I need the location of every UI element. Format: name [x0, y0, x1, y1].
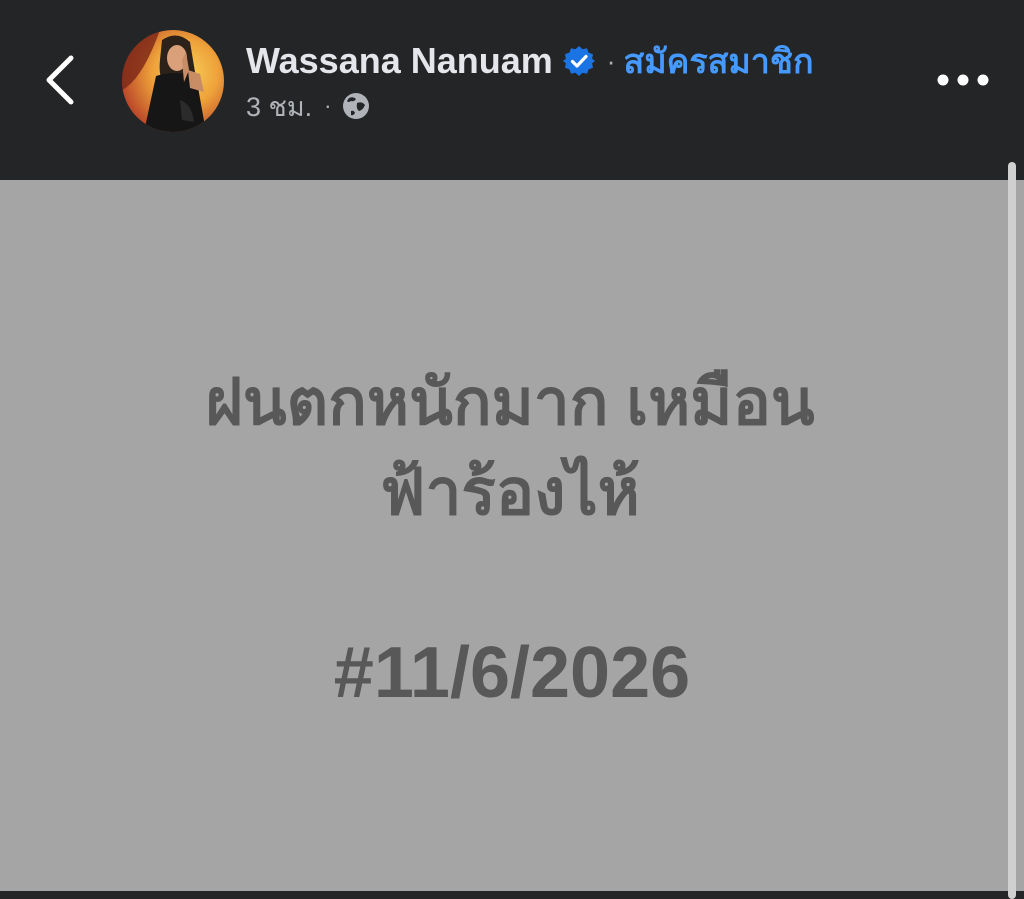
- post-text: ฝนตกหนักมาก เหมือน ฟ้าร้องไห้: [90, 358, 930, 537]
- post-hashtag[interactable]: #11/6/2026: [0, 632, 1024, 714]
- separator-dot: ·: [606, 45, 616, 76]
- verified-badge-icon: [562, 46, 595, 76]
- post-meta: 3 ชม. ·: [246, 88, 371, 124]
- post-header: Wassana Nanuam · สมัครสมาชิก 3 ชม. ·: [0, 0, 1024, 180]
- scrollbar[interactable]: [1008, 162, 1016, 899]
- more-dots-icon: [937, 74, 989, 86]
- meta-separator-dot: ·: [324, 93, 332, 118]
- avatar[interactable]: [122, 30, 224, 132]
- post-text-line-1: ฝนตกหนักมาก เหมือน: [205, 366, 815, 438]
- chevron-left-icon: [46, 55, 74, 105]
- globe-icon[interactable]: [341, 91, 371, 121]
- back-button[interactable]: [30, 50, 90, 110]
- subscribe-link[interactable]: สมัครสมาชิก: [623, 34, 813, 88]
- author-name[interactable]: Wassana Nanuam: [246, 40, 553, 82]
- name-row: Wassana Nanuam · สมัครสมาชิก: [246, 38, 814, 84]
- avatar-image: [122, 30, 224, 132]
- more-options-button[interactable]: [930, 58, 996, 102]
- post-time[interactable]: 3 ชม.: [246, 85, 312, 128]
- post-content[interactable]: ฝนตกหนักมาก เหมือน ฟ้าร้องไห้ #11/6/2026: [0, 180, 1024, 891]
- post-text-line-2: ฟ้าร้องไห้: [380, 455, 640, 528]
